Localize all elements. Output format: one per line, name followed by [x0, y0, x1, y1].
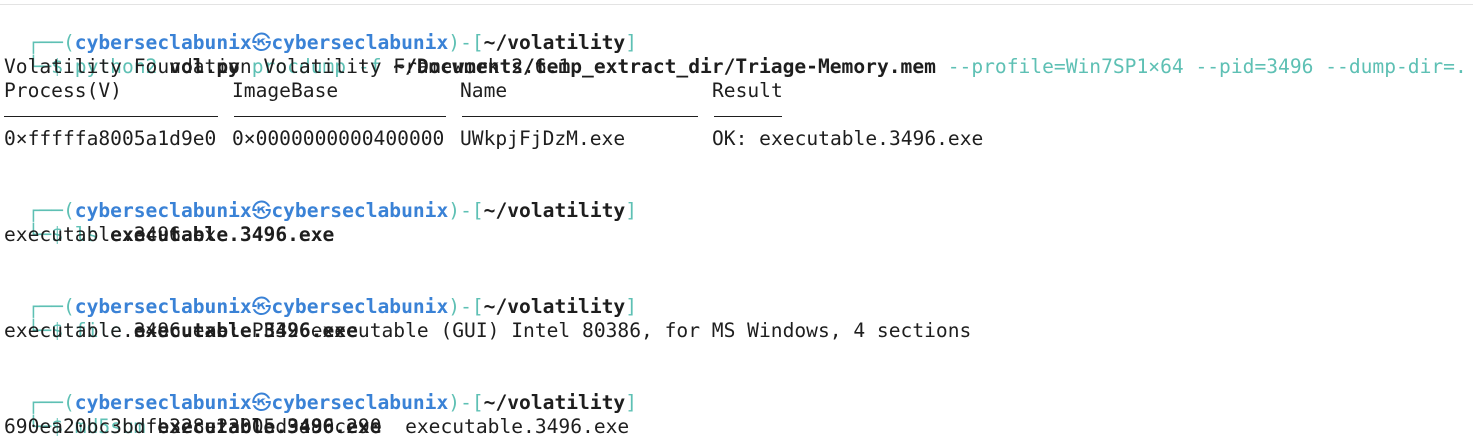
command-option: --profile=Win7SP1×64 --pid=3496 --dump-d…: [947, 55, 1467, 78]
command-line[interactable]: └─$ file executable.3496.exe: [4, 295, 358, 342]
prompt-mid: )-[: [448, 391, 484, 414]
md5-output: 690ea20bc3bdfb328e23005d9a80c290 executa…: [4, 415, 630, 438]
prompt-end: ]: [625, 199, 638, 222]
table-cell-name: UWkpjFjDzM.exe: [460, 127, 626, 150]
table-header-name: Name: [460, 79, 508, 102]
prompt-cwd: ~/volatility: [483, 199, 626, 222]
prompt-end: ]: [625, 391, 638, 414]
terminal-top-border: [0, 4, 1473, 5]
command-line[interactable]: └─$ python2 vol.py procdump -f ~/Documen…: [4, 31, 1467, 78]
prompt-line: ┌──(cyberseclabunix㉿cyberseclabunix)-[~/…: [4, 271, 637, 318]
prompt-mid: )-[: [448, 199, 484, 222]
table-cell-imagebase: 0×0000000000400000: [232, 127, 445, 150]
table-header-result: Result: [712, 79, 783, 102]
table-header-underline: [234, 116, 446, 117]
file-output: executable.3496.exe: PE32 executable (GU…: [4, 319, 972, 342]
command-line[interactable]: └─$ ls executable.3496.exe: [4, 199, 335, 246]
table-header-underline: [714, 116, 782, 117]
prompt-mid: )-[: [448, 295, 484, 318]
ls-output: executable.3496.exe: [4, 223, 229, 246]
table-header-underline: [4, 116, 218, 117]
prompt-cwd: ~/volatility: [483, 295, 626, 318]
table-cell-result: OK: executable.3496.exe: [712, 127, 984, 150]
prompt-line: ┌──(cyberseclabunix㉿cyberseclabunix)-[~/…: [4, 175, 637, 222]
table-header-process: Process(V): [4, 79, 122, 102]
prompt-end: ]: [625, 295, 638, 318]
table-cell-process: 0×fffffa8005a1d9e0: [4, 127, 217, 150]
prompt-cwd: ~/volatility: [483, 391, 626, 414]
prompt-line: ┌──(cyberseclabunix㉿cyberseclabunix)-[~/…: [4, 367, 637, 414]
command-line[interactable]: └─$ md5sum executable.3496.exe: [4, 391, 382, 438]
prompt-line: ┌──(cyberseclabunix㉿cyberseclabunix)-[~/…: [4, 7, 637, 54]
table-header-underline: [462, 116, 698, 117]
volatility-banner: Volatility Foundation Volatility Framewo…: [4, 55, 571, 78]
table-header-imagebase: ImageBase: [232, 79, 339, 102]
